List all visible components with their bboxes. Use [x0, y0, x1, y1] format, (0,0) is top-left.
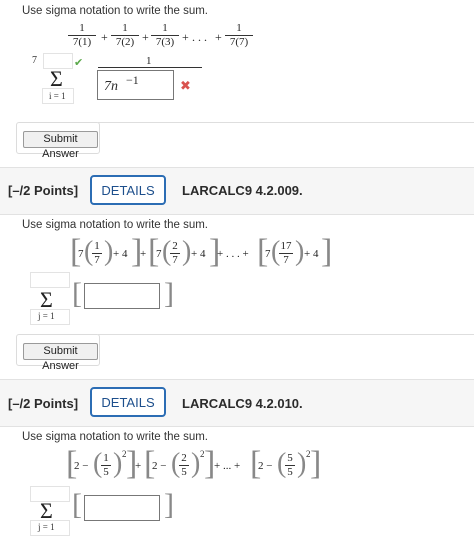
q1-plus-4: + — [215, 30, 222, 44]
q2-answer-box[interactable] — [84, 283, 160, 309]
q3-paren-close-3: ) — [297, 448, 307, 479]
q1-dots: . . . — [192, 30, 207, 44]
q1-divider — [98, 122, 474, 123]
check-icon: ✔ — [74, 57, 84, 69]
wrong-icon: ✖ — [180, 78, 191, 93]
q3-dots: + ... + — [214, 460, 241, 472]
q3-sigma: Σ — [40, 498, 53, 523]
q1-answer-value: 7n — [104, 79, 118, 94]
q2-submit-button[interactable]: Submit Answer — [23, 343, 98, 372]
q3-paren-close-2: ) — [191, 448, 201, 479]
q2-term-3-fraction: 17 7 — [279, 240, 293, 266]
q2-divider — [98, 334, 474, 335]
q1-sigma: Σ — [50, 66, 63, 91]
q3-answer-bracket-close: ] — [164, 488, 174, 521]
q3-two-minus-2: 2 − — [152, 460, 167, 472]
q2-bracket-close-3: ] — [321, 233, 333, 270]
q1-answer-numerator: 1 — [146, 55, 152, 67]
q1-lower-limit: i = 1 — [49, 91, 66, 101]
q1-answer-box[interactable]: 7n −1 — [97, 70, 174, 100]
q3-problem-code: LARCALC9 4.2.010. — [182, 396, 303, 411]
q2-term-1-fraction: 17 — [92, 241, 102, 266]
q2-seven-1: 7 — [78, 248, 84, 260]
q1-submit-button[interactable]: Submit Answer — [23, 131, 98, 160]
q2-dots: + . . . + — [217, 248, 249, 260]
q2-seven-3: 7 — [265, 248, 271, 260]
q3-answer-bracket-open: [ — [72, 488, 82, 521]
q3-points: [–/2 Points] — [8, 396, 79, 411]
q2-upper-input[interactable] — [30, 272, 70, 288]
q1-plus-1: + — [101, 30, 108, 44]
q2-term-2-fraction: 27 — [170, 241, 180, 266]
q1-instruction: Use sigma notation to write the sum. — [22, 5, 208, 17]
q3-details-button[interactable]: DETAILS — [90, 387, 166, 417]
q3-answer-box[interactable] — [84, 495, 160, 521]
q3-lower-limit: j = 1 — [38, 522, 55, 532]
q1-plus-2: + — [142, 30, 149, 44]
q1-upper-limit: 7 — [32, 55, 37, 66]
q2-seven-2: 7 — [156, 248, 162, 260]
q2-details-button[interactable]: DETAILS — [90, 175, 166, 205]
q2-problem-code: LARCALC9 4.2.009. — [182, 183, 303, 198]
q3-term-1-fraction: 15 — [101, 453, 111, 478]
q3-bracket-close-3: ] — [310, 445, 322, 482]
q2-plus4-2: + 4 — [191, 248, 206, 260]
q2-instruction: Use sigma notation to write the sum. — [22, 219, 208, 231]
q2-answer-bracket-close: ] — [164, 277, 174, 310]
q1-term-2: 1 7(2) — [111, 23, 139, 48]
q2-paren-close-2: ) — [182, 236, 192, 267]
q1-plus-3: + — [182, 30, 189, 44]
q2-points: [–/2 Points] — [8, 183, 79, 198]
q3-instruction: Use sigma notation to write the sum. — [22, 431, 208, 443]
q1-term-1: 1 7(1) — [68, 23, 96, 48]
q3-two-minus-1: 2 − — [74, 460, 89, 472]
q3-term-2-fraction: 25 — [179, 453, 189, 478]
q2-plus4-3: + 4 — [304, 248, 319, 260]
q1-term-3: 1 7(3) — [151, 23, 179, 48]
q2-answer-bracket-open: [ — [72, 277, 82, 310]
q2-paren-close-1: ) — [104, 236, 114, 267]
q2-sigma: Σ — [40, 287, 53, 312]
q2-plus4-1: + 4 — [113, 248, 128, 260]
q2-plus-1: + — [140, 248, 147, 260]
q3-two-minus-3: 2 − — [258, 460, 273, 472]
q1-fraction-bar — [98, 67, 202, 68]
q3-term-3-fraction: 55 — [285, 453, 295, 478]
q3-paren-close-1: ) — [113, 448, 123, 479]
q3-plus-1: + — [135, 460, 142, 472]
q2-lower-limit: j = 1 — [38, 311, 55, 321]
q1-answer-exponent: −1 — [126, 73, 139, 87]
q1-term-4: 1 7(7) — [225, 23, 253, 48]
q2-paren-close-3: ) — [295, 236, 305, 267]
